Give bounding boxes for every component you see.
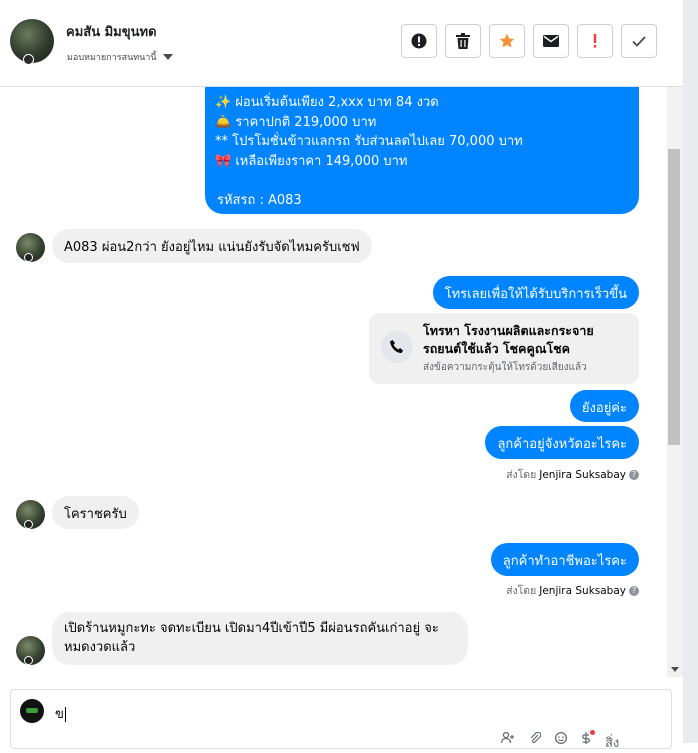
message-bubble-outgoing: ยังอยู่ค่ะ	[569, 390, 639, 422]
message-line: ✨ ผ่อนเริ่มต้นเพียง 2,xxx บาท 84 งวด	[215, 95, 439, 110]
avatar[interactable]	[16, 500, 45, 529]
help-icon[interactable]: ?	[629, 469, 639, 480]
scroll-down-arrow-icon[interactable]	[671, 667, 679, 672]
message-bubble-incoming: โคราชครับ	[52, 496, 139, 529]
message-line: ** โปรโมชั่นข้าวแลกรถ รับส่วนลดไปเลย 70,…	[215, 134, 523, 149]
phone-icon	[381, 331, 413, 363]
mark-unread-button[interactable]	[533, 24, 569, 58]
exclamation-icon	[593, 34, 597, 48]
check-icon	[632, 35, 646, 47]
message-bubble-incoming: เปิดร้านหมูกะทะ จดทะเบียน เปิดมา4ปีเข้าป…	[52, 612, 468, 665]
thread-scrollbar[interactable]	[667, 87, 683, 677]
sent-by-text: ส่งโดย	[506, 585, 537, 597]
star-icon	[499, 33, 515, 48]
flag-button[interactable]	[577, 24, 613, 58]
message-composer[interactable]: ข สิ่ง	[10, 689, 672, 751]
message-line: 🛎️ ราคาปกติ 219,000 บาท	[215, 115, 377, 130]
page-avatar	[20, 699, 44, 723]
message-line: รหัสรถ : A083	[217, 193, 302, 208]
assign-conversation-dropdown[interactable]: มอบหมายการสนทนานี้	[67, 50, 173, 64]
mark-spam-button[interactable]	[401, 24, 437, 58]
message-bubble-incoming: A083 ผ่อน2กว่า ยังอยู่ไหม แน่นยังรับจัดไ…	[52, 229, 372, 263]
message-input-value: ข	[55, 707, 64, 722]
sent-by-label: ส่งโดย Jenjira Suksabay ?	[506, 466, 639, 483]
mail-icon	[543, 35, 559, 47]
alert-circle-icon	[411, 33, 427, 49]
scrollbar-thumb[interactable]	[668, 149, 680, 445]
mark-done-button[interactable]	[621, 24, 657, 58]
conversation-header: คมสัน มิมขุนทด มอบหมายการสนทนานี้	[0, 0, 683, 87]
star-button[interactable]	[489, 24, 525, 58]
sent-by-text: ส่งโดย	[506, 469, 537, 481]
message-line: 🎀 เหลือเพียงราคา 149,000 บาท	[215, 154, 408, 169]
message-input[interactable]: ข	[55, 703, 66, 724]
message-bubble-outgoing: ลูกค้าอยู่จังหวัดอะไรคะ	[485, 426, 639, 459]
message-line: หมดงวดแล้ว	[64, 640, 136, 655]
message-bubble-outgoing: โทรเลยเพื่อให้ได้รับบริการเร็วขึ้น	[432, 276, 639, 309]
message-line: เปิดร้านหมูกะทะ จดทะเบียน เปิดมา4ปีเข้าป…	[64, 621, 439, 636]
sent-by-name: Jenjira Suksabay	[539, 468, 626, 481]
page-gutter	[683, 0, 698, 743]
sent-by-name: Jenjira Suksabay	[539, 584, 626, 597]
message-thread[interactable]: ✨ ผ่อนเริ่มต้นเพียง 2,xxx บาท 84 งวด 🛎️ …	[0, 87, 667, 677]
trash-icon	[456, 33, 470, 49]
delete-button[interactable]	[445, 24, 481, 58]
contact-avatar[interactable]	[10, 19, 54, 65]
avatar[interactable]	[16, 233, 45, 262]
message-bubble-outgoing: ✨ ผ่อนเริ่มต้นเพียง 2,xxx บาท 84 งวด 🛎️ …	[205, 87, 639, 214]
conversation-actions	[401, 24, 657, 58]
call-title: โทรหา โรงงานผลิตและกระจายรถยนต์ใช้แล้ว โ…	[423, 323, 594, 356]
chevron-down-icon	[162, 54, 173, 60]
assign-label: มอบหมายการสนทนานี้	[67, 53, 157, 63]
avatar[interactable]	[16, 636, 45, 665]
contact-name[interactable]: คมสัน มิมขุนทด	[66, 21, 157, 42]
message-bubble-outgoing: ลูกค้าทำอาชีพอะไรคะ	[490, 543, 639, 576]
help-icon[interactable]: ?	[629, 585, 639, 596]
call-prompt-card: โทรหา โรงงานผลิตและกระจายรถยนต์ใช้แล้ว โ…	[369, 313, 639, 384]
sent-by-label: ส่งโดย Jenjira Suksabay ?	[506, 582, 639, 599]
call-subtitle: ส่งข้อความกระตุ้นให้โทรด้วยเสียงแล้ว	[423, 362, 587, 373]
